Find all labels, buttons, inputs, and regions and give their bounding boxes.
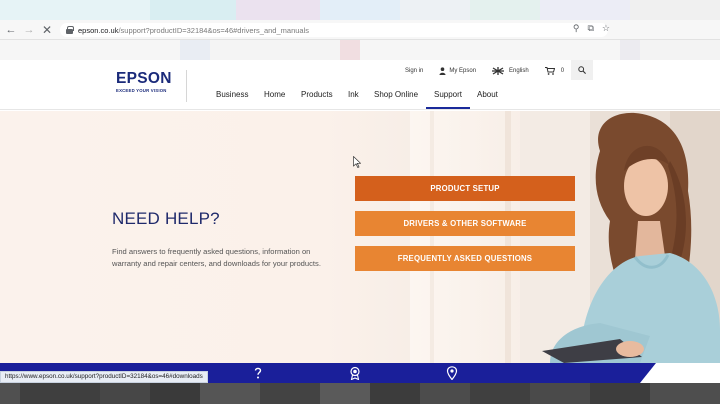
cart-link[interactable]: 0 — [544, 67, 565, 75]
band-corner-accent — [640, 363, 720, 383]
nav-shop-online[interactable]: Shop Online — [374, 90, 418, 110]
product-setup-button[interactable]: PRODUCT SETUP — [355, 176, 575, 201]
bookmarks-bar — [0, 40, 720, 60]
location-pin-icon[interactable] — [445, 366, 459, 380]
browser-tab-strip — [0, 0, 720, 20]
woman-with-tablet-image — [520, 111, 720, 363]
address-bar-actions: ⚲ ⧉ ☆ — [573, 23, 610, 34]
logo-tagline: EXCEED YOUR VISION — [116, 88, 167, 93]
drivers-software-button[interactable]: DRIVERS & OTHER SOFTWARE — [355, 211, 575, 236]
background-window-mullion — [430, 111, 434, 363]
background-window-mullion — [505, 111, 511, 363]
nav-about[interactable]: About — [477, 90, 498, 110]
cart-icon — [544, 67, 555, 75]
back-icon[interactable]: ← — [2, 21, 20, 39]
language-flag-icon — [492, 67, 505, 75]
site-search-button[interactable] — [571, 60, 593, 80]
user-icon — [439, 67, 446, 75]
background-window-frame — [410, 111, 520, 363]
language-label: English — [509, 68, 529, 74]
browser-address-bar: ← → ✕ epson.co.uk/support?productID=3218… — [0, 20, 720, 40]
nav-home[interactable]: Home — [264, 90, 285, 110]
hero-description: Find answers to frequently asked questio… — [112, 247, 321, 268]
search-icon — [578, 66, 586, 74]
header-divider — [186, 70, 187, 102]
nav-ink[interactable]: Ink — [348, 90, 359, 110]
utility-links: Sign in My Epson English 0 — [405, 65, 564, 77]
zoom-icon[interactable]: ⚲ — [573, 23, 580, 34]
hero-banner: NEED HELP? Find answers to frequently as… — [0, 111, 720, 363]
signin-link[interactable]: Sign in — [405, 68, 423, 74]
nav-products[interactable]: Products — [301, 90, 333, 110]
cart-count: 0 — [560, 68, 565, 74]
forward-icon[interactable]: → — [20, 21, 38, 39]
url-path: /support?productID=32184&os=46#drivers_a… — [118, 25, 309, 35]
status-bar-url: https://www.epson.co.uk/support?productI… — [0, 371, 208, 383]
site-header: EPSON EXCEED YOUR VISION Sign in My Epso… — [0, 60, 720, 110]
nav-business[interactable]: Business — [216, 90, 248, 110]
url-field[interactable]: epson.co.uk/support?productID=32184&os=4… — [60, 23, 608, 37]
faq-button[interactable]: FREQUENTLY ASKED QUESTIONS — [355, 246, 575, 271]
bookmark-star-icon[interactable]: ☆ — [602, 23, 610, 34]
epson-logo[interactable]: EPSON EXCEED YOUR VISION — [116, 70, 178, 93]
myepson-link[interactable]: My Epson — [439, 67, 476, 75]
stop-loading-icon[interactable]: ✕ — [38, 21, 56, 39]
url-host: epson.co.uk — [78, 25, 119, 35]
language-selector[interactable]: English — [492, 67, 529, 75]
mouse-cursor-icon — [353, 156, 361, 168]
lock-icon — [66, 26, 74, 34]
logo-wordmark: EPSON — [116, 70, 172, 87]
award-icon[interactable] — [348, 366, 362, 380]
os-taskbar — [0, 383, 720, 404]
hero-title: NEED HELP? — [112, 209, 220, 228]
share-icon[interactable]: ⧉ — [587, 23, 593, 34]
question-icon[interactable] — [251, 366, 265, 380]
active-nav-indicator — [426, 107, 470, 109]
myepson-label: My Epson — [449, 68, 477, 74]
